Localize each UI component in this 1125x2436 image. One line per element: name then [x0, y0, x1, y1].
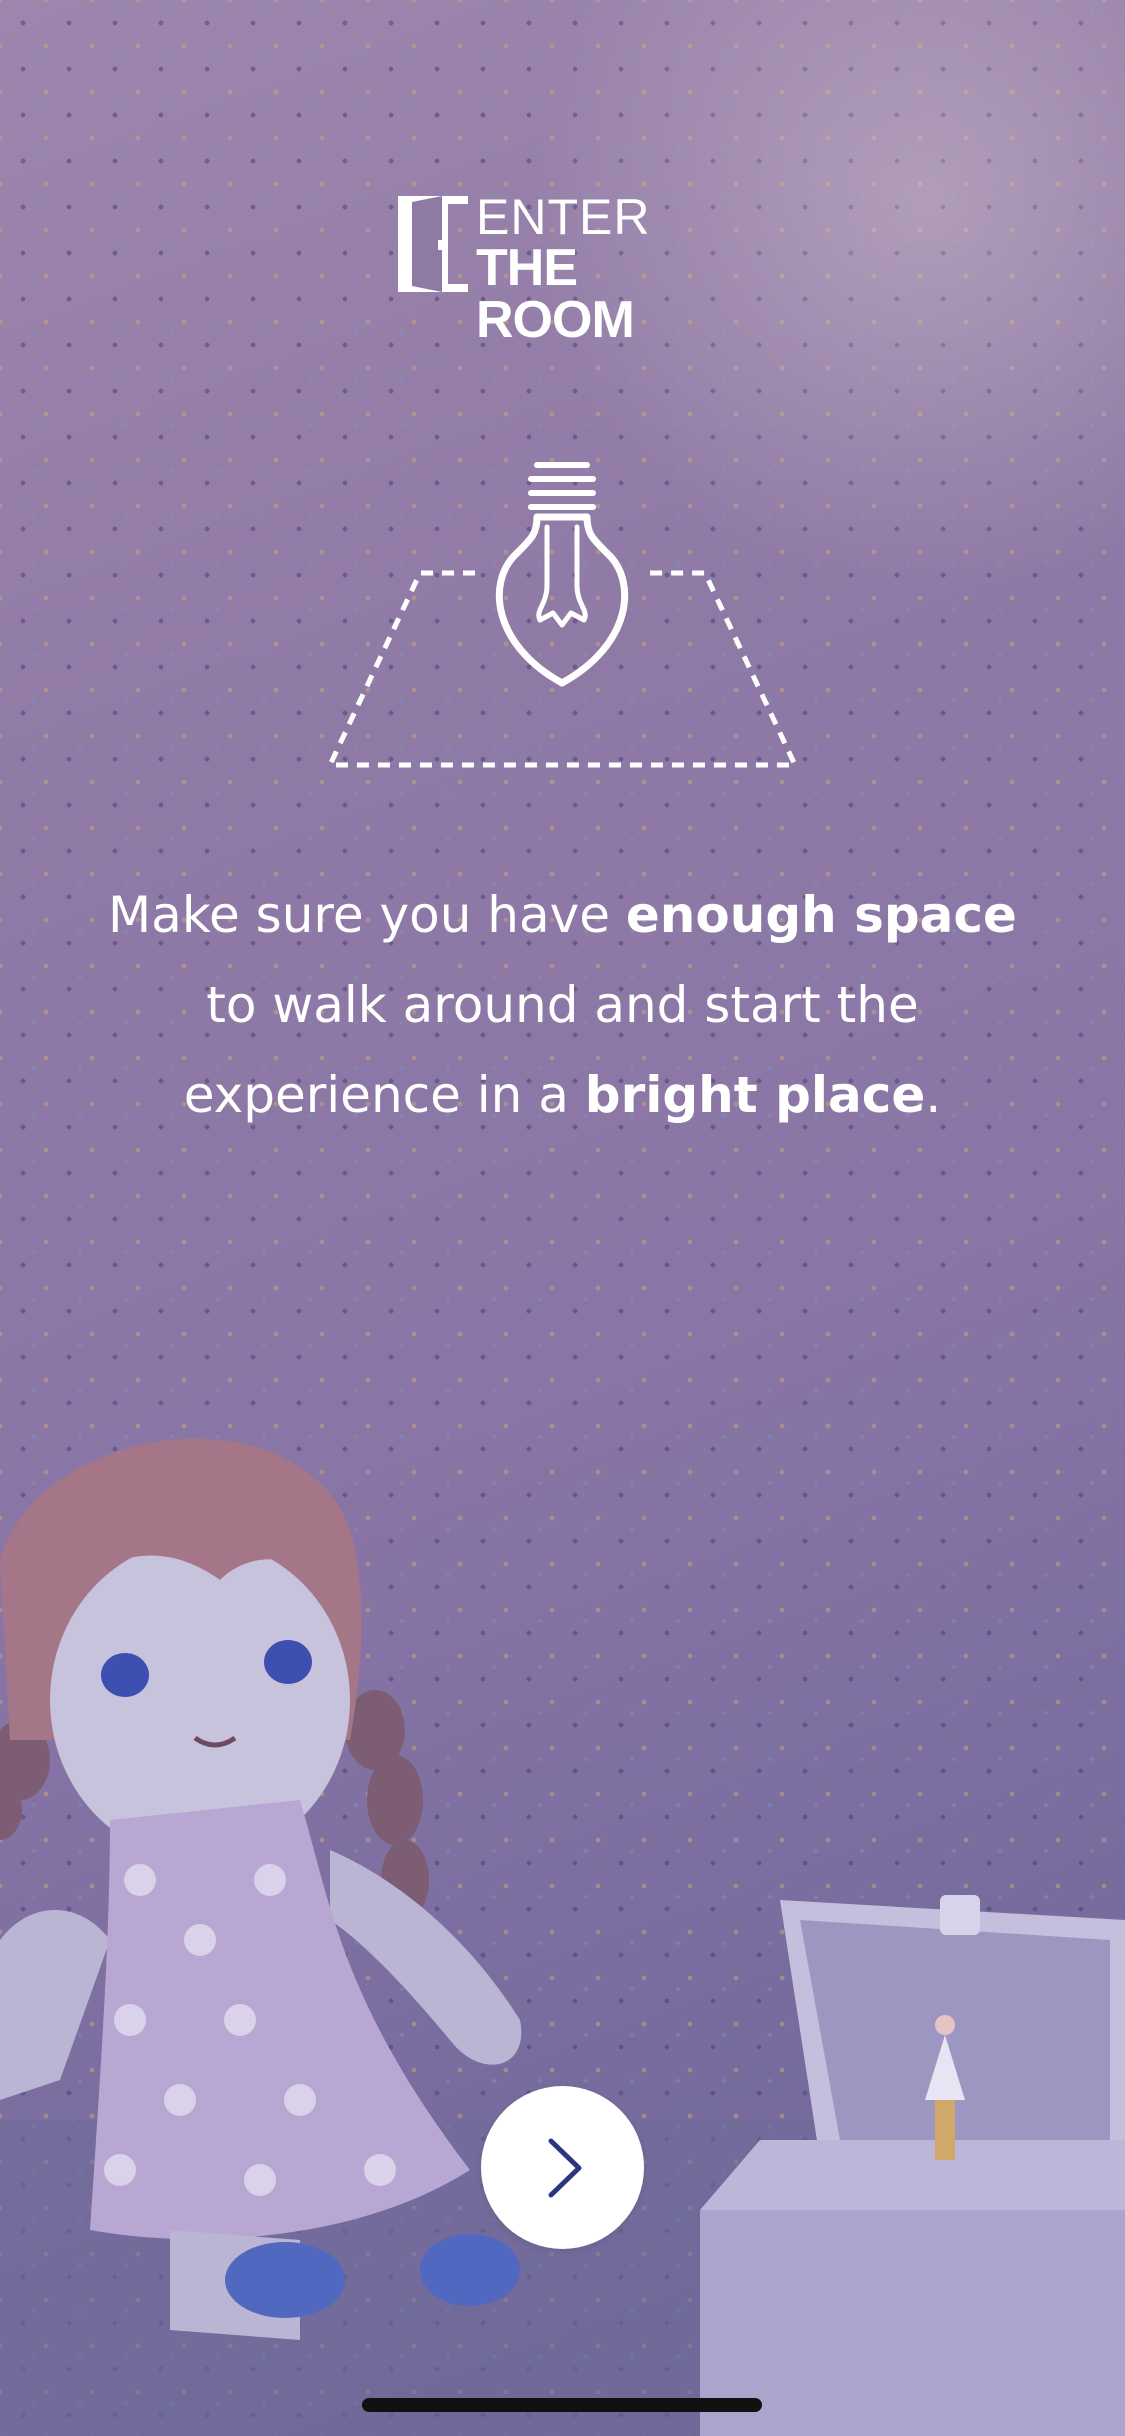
instruction-text: Make sure you have enough space to walk … — [90, 870, 1035, 1140]
message-bold-2: bright place — [584, 1066, 926, 1124]
logo-line-2: THE ROOM — [476, 239, 635, 349]
door-icon — [398, 196, 468, 292]
logo-line-1: ENTER — [476, 189, 651, 245]
onboarding-screen: ENTER THE ROOM Make sure you have enough… — [0, 0, 1125, 2436]
doll-right-shoe — [420, 2234, 520, 2306]
floor-space-icon — [326, 570, 799, 768]
doll-left-shoe — [225, 2242, 345, 2318]
chevron-right-icon — [548, 2138, 581, 2197]
doll-left-eye — [101, 1653, 149, 1697]
home-indicator[interactable] — [362, 2398, 762, 2412]
app-logo: ENTER THE ROOM — [398, 192, 728, 346]
next-button[interactable] — [481, 2086, 644, 2249]
space-and-light-illustration — [326, 462, 799, 768]
message-bold-1: enough space — [625, 886, 1017, 944]
message-part-3: . — [925, 1066, 942, 1124]
music-box — [700, 1895, 1125, 2436]
doll-left-arm — [0, 1910, 110, 2100]
doll-right-eye — [264, 1640, 312, 1684]
message-part-1: Make sure you have — [108, 886, 626, 944]
background-scene — [0, 1438, 1125, 2436]
light-bulb-icon — [495, 462, 629, 687]
